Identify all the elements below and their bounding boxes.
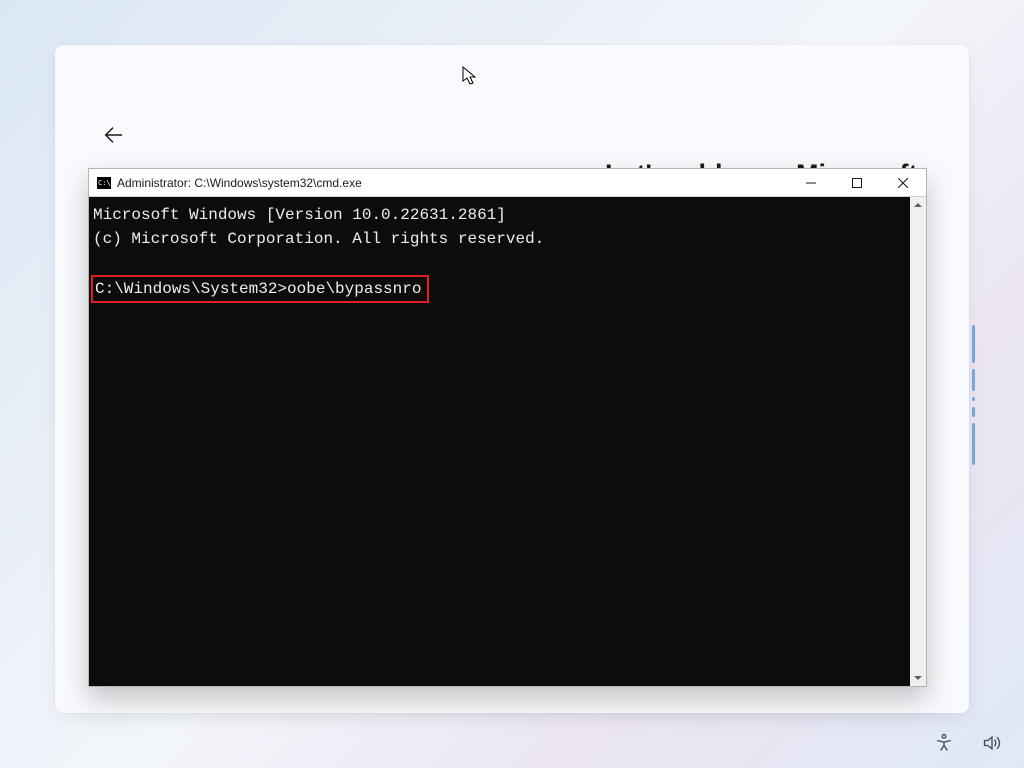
cmd-banner-line2: (c) Microsoft Corporation. All rights re… [91,227,924,251]
cmd-app-icon [97,177,111,189]
volume-button[interactable] [982,733,1002,758]
minimize-icon [806,178,816,188]
accessibility-icon [934,733,954,753]
maximize-icon [852,178,862,188]
oobe-decorative-edge [972,325,975,465]
arrow-left-icon [102,124,124,146]
cmd-window: Administrator: C:\Windows\system32\cmd.e… [88,168,927,687]
system-tray [934,733,1002,758]
minimize-button[interactable] [788,169,834,197]
scroll-track[interactable] [910,213,926,670]
cmd-prompt: C:\Windows\System32> [95,280,287,298]
cmd-vertical-scrollbar[interactable] [910,197,926,686]
close-button[interactable] [880,169,926,197]
cmd-window-title: Administrator: C:\Windows\system32\cmd.e… [117,176,362,190]
close-icon [898,178,908,188]
back-button[interactable] [95,117,131,153]
cmd-titlebar[interactable]: Administrator: C:\Windows\system32\cmd.e… [89,169,926,197]
cmd-highlighted-command: C:\Windows\System32>oobe\bypassnro [91,275,429,303]
speaker-icon [982,733,1002,753]
chevron-up-icon [914,201,922,209]
maximize-button[interactable] [834,169,880,197]
cmd-terminal-area[interactable]: Microsoft Windows [Version 10.0.22631.28… [89,197,926,686]
chevron-down-icon [914,674,922,682]
accessibility-button[interactable] [934,733,954,758]
scroll-up-button[interactable] [910,197,926,213]
cmd-banner-line1: Microsoft Windows [Version 10.0.22631.28… [91,203,924,227]
window-controls [788,169,926,197]
cmd-entered-command: oobe\bypassnro [287,280,421,298]
scroll-down-button[interactable] [910,670,926,686]
